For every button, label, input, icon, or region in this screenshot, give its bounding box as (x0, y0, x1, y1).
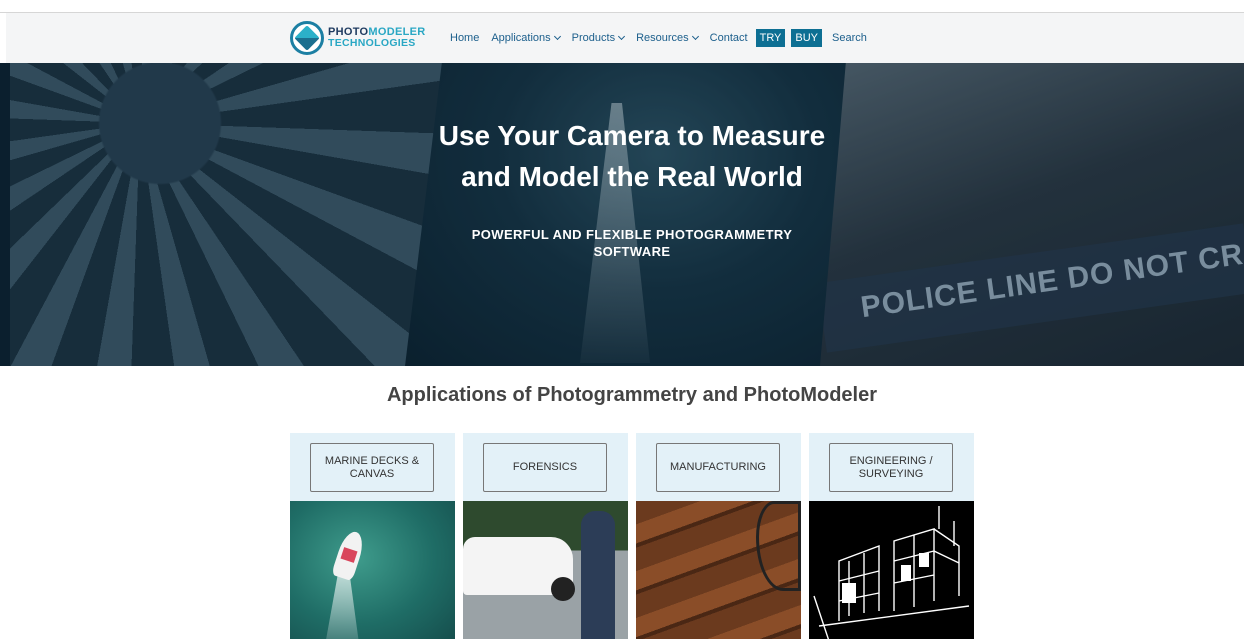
chevron-down-icon (553, 32, 561, 41)
nav-item-label: Products (571, 32, 616, 44)
card-forensics: FORENSICS (463, 433, 628, 639)
engineering-surveying-button[interactable]: ENGINEERING / SURVEYING (829, 443, 953, 492)
nav-item-products[interactable]: Products (571, 32, 626, 44)
hero-subtitle: POWERFUL AND FLEXIBLE PHOTOGRAMMETRY SOF… (430, 226, 834, 260)
marine-boat-image[interactable] (290, 501, 455, 639)
manufacturing-button[interactable]: MANUFACTURING (656, 443, 780, 492)
card-marine: MARINE DECKS & CANVAS (290, 433, 455, 639)
marine-decks-button[interactable]: MARINE DECKS & CANVAS (310, 443, 434, 492)
nav-item-label: Applications (491, 32, 551, 44)
site-logo[interactable]: PHOTOMODELER TECHNOLOGIES (290, 21, 426, 55)
hero-title-line1: Use Your Camera to Measure (438, 120, 826, 151)
hero-title-line2: and Model the Real World (461, 161, 803, 192)
forensics-button[interactable]: FORENSICS (483, 443, 607, 492)
engineering-wireframe-image[interactable] (809, 501, 974, 639)
hero-subtitle-line1: POWERFUL AND FLEXIBLE PHOTOGRAMMETRY (471, 227, 793, 242)
chevron-down-icon (618, 32, 626, 41)
nav-item-contact[interactable]: Contact (710, 32, 748, 44)
nav-item-resources[interactable]: Resources (636, 32, 699, 44)
logo-text-technologies: TECHNOLOGIES (328, 37, 416, 49)
hero-overlay (0, 63, 1244, 366)
logo-text: PHOTOMODELER TECHNOLOGIES (328, 27, 426, 49)
nav-menu: Home Applications Products Resources Con… (450, 13, 879, 63)
card-engineering: ENGINEERING / SURVEYING (809, 433, 974, 639)
manufacturing-stairs-image[interactable] (636, 501, 801, 639)
card-label-line1: MARINE DECKS & (324, 454, 420, 467)
buy-button[interactable]: BUY (791, 29, 823, 47)
card-label-line2: CANVAS (349, 467, 395, 480)
nav-item-label: Resources (636, 32, 689, 44)
nav-item-applications[interactable]: Applications (491, 32, 561, 44)
nav-item-label: Contact (709, 32, 748, 44)
card-manufacturing: MANUFACTURING (636, 433, 801, 639)
search-link[interactable]: Search (832, 32, 867, 44)
forensics-police-image[interactable] (463, 501, 628, 639)
nav-item-home[interactable]: Home (450, 32, 479, 44)
card-label-line1: FORENSICS (512, 461, 578, 473)
logo-cube-icon (290, 21, 324, 55)
try-button[interactable]: TRY (755, 29, 786, 47)
chevron-down-icon (691, 32, 699, 41)
hero-banner: POLICE LINE DO NOT CROSS Use Your Camera… (0, 63, 1244, 366)
card-label-line1: ENGINEERING / (849, 454, 933, 467)
hero-title: Use Your Camera to Measure and Model the… (380, 115, 884, 197)
card-label-line1: MANUFACTURING (670, 461, 766, 473)
card-label-line2: SURVEYING (858, 467, 924, 480)
applications-cards: MARINE DECKS & CANVAS FORENSICS MANUFACTU… (290, 433, 982, 639)
main-navigation: PHOTOMODELER TECHNOLOGIES Home Applicati… (6, 13, 1244, 63)
applications-heading: Applications of Photogrammetry and Photo… (386, 384, 878, 406)
nav-item-label: Home (450, 32, 480, 44)
hero-subtitle-line2: SOFTWARE (593, 244, 671, 259)
